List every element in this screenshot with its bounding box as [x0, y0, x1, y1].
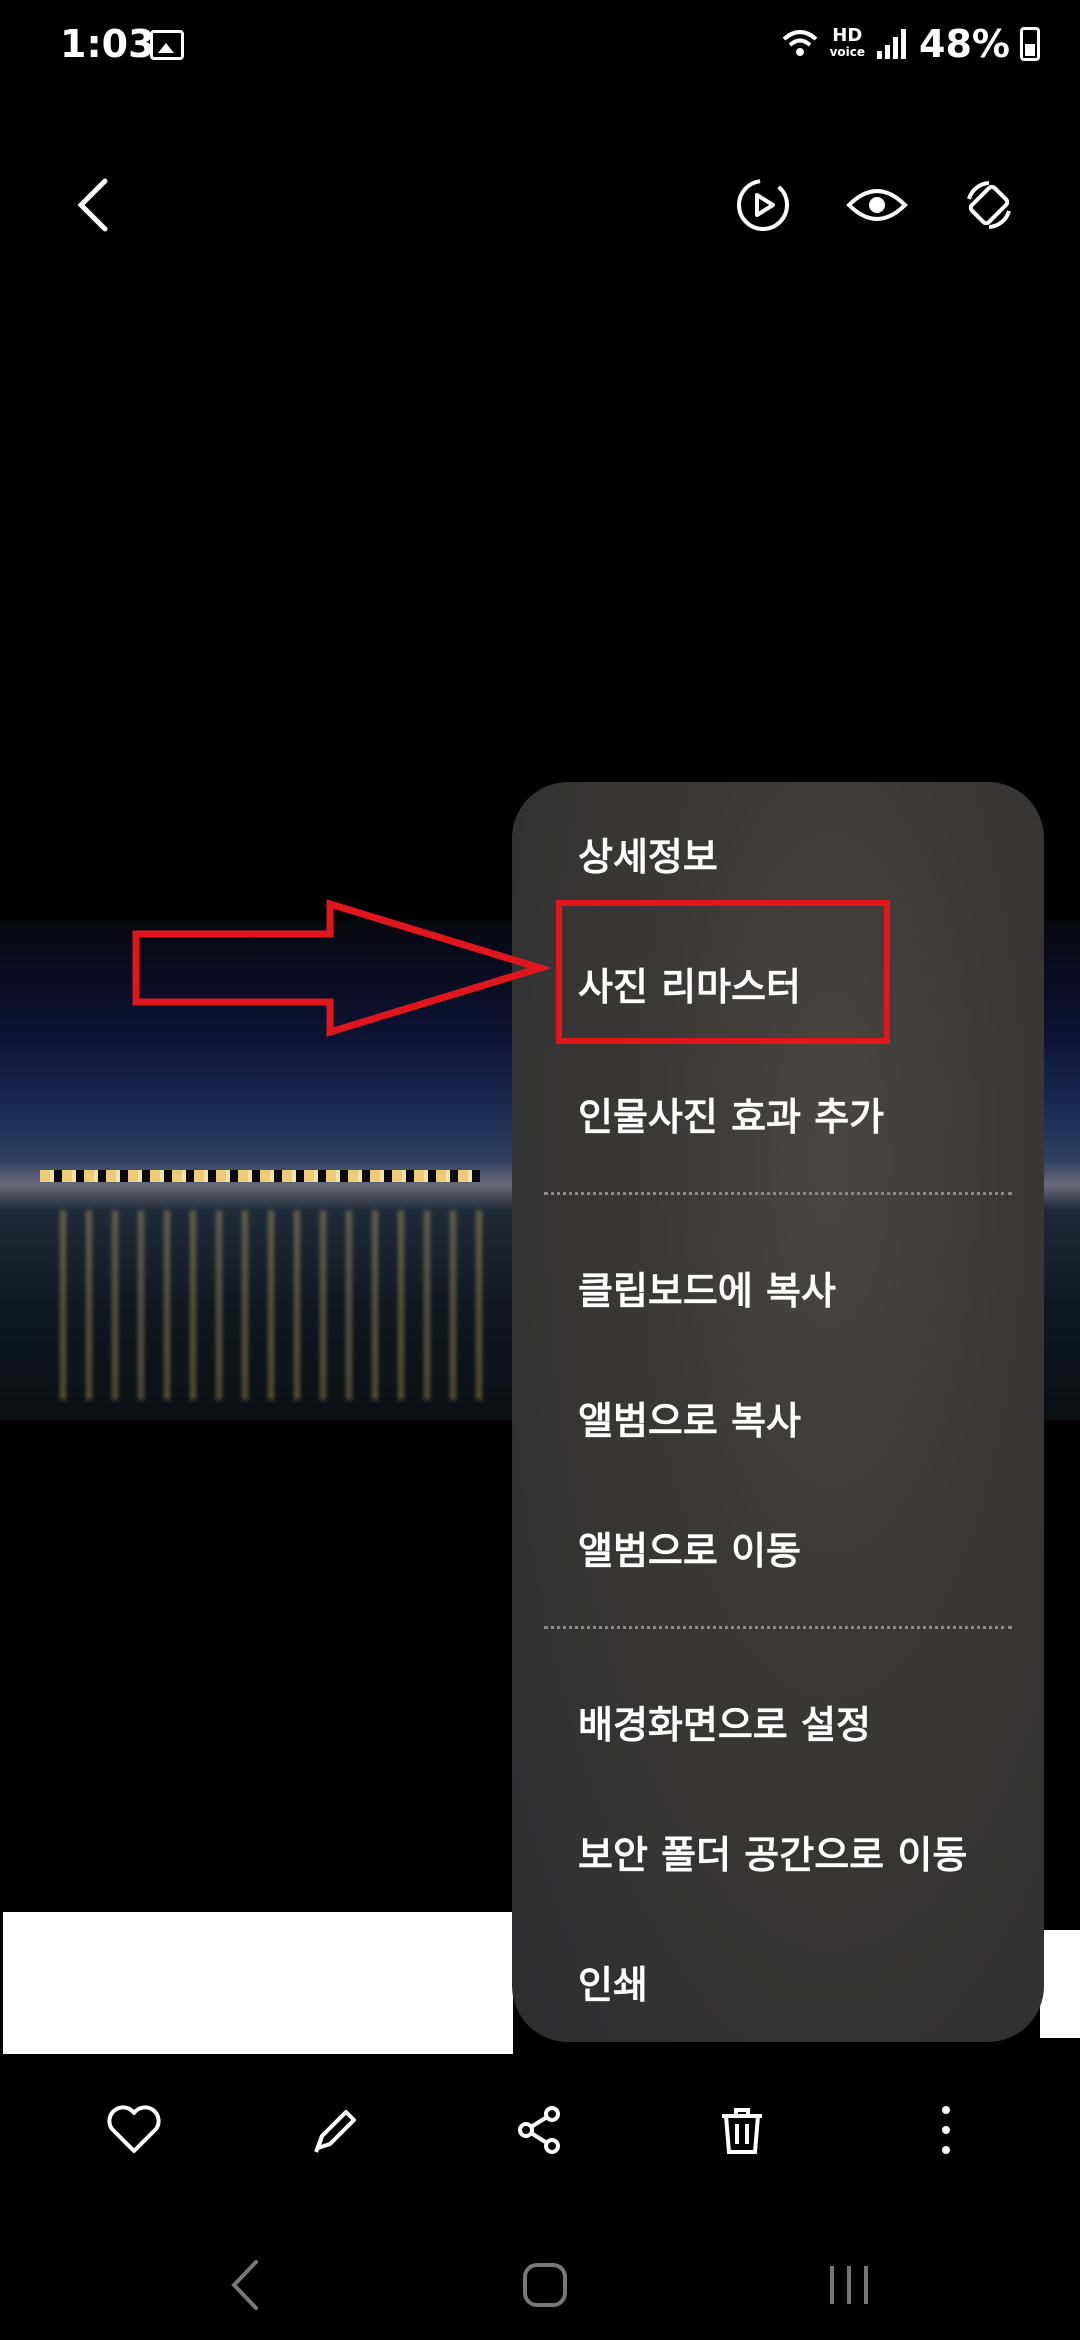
menu-item-copy-album[interactable]: 앨범으로 복사 [578, 1390, 801, 1445]
back-button[interactable] [48, 160, 138, 250]
nav-recents-button[interactable] [804, 2240, 894, 2330]
photo-reflection [60, 1210, 490, 1400]
nav-home-button[interactable] [500, 2240, 590, 2330]
trash-icon [722, 2108, 762, 2154]
battery-icon [1020, 27, 1040, 61]
voice-label: voice [829, 45, 866, 59]
more-options-button[interactable] [906, 2090, 986, 2170]
more-vertical-icon [942, 2106, 950, 2154]
rotate-icon [967, 181, 1011, 229]
menu-item-set-wallpaper[interactable]: 배경화면으로 설정 [578, 1694, 871, 1749]
status-right: HD voice 48% [780, 22, 1040, 66]
thumbnail-strip-left [3, 1912, 513, 2054]
menu-divider [544, 1192, 1012, 1195]
pencil-icon [314, 2110, 356, 2153]
back-icon [77, 178, 108, 232]
status-bar: 1:03 HD voice 48% [0, 0, 1080, 96]
view-button[interactable] [832, 160, 922, 250]
menu-item-copy-clipboard[interactable]: 클립보드에 복사 [578, 1260, 836, 1315]
top-toolbar [0, 160, 1080, 260]
menu-item-print[interactable]: 인쇄 [578, 1954, 648, 2009]
bottom-action-bar [0, 2070, 1080, 2180]
delete-button[interactable] [702, 2090, 782, 2170]
wifi-icon [782, 30, 817, 56]
nav-home-icon [523, 2263, 567, 2307]
menu-item-move-secure-folder[interactable]: 보안 폴더 공간으로 이동 [578, 1824, 967, 1879]
menu-divider [544, 1626, 1012, 1629]
motion-play-button[interactable] [718, 160, 808, 250]
share-button[interactable] [500, 2090, 580, 2170]
status-time: 1:03 [60, 22, 155, 66]
edit-button[interactable] [296, 2090, 376, 2170]
photo-city-lights [40, 1170, 480, 1182]
gallery-notification-icon [150, 30, 184, 60]
eye-icon [846, 189, 908, 221]
share-icon [518, 2106, 560, 2154]
hd-label: HD [832, 25, 863, 46]
favorite-button[interactable] [94, 2090, 174, 2170]
thumbnail-strip-right [1040, 1930, 1080, 2038]
menu-item-portrait-effect[interactable]: 인물사진 효과 추가 [578, 1086, 884, 1141]
nav-back-button[interactable] [200, 2240, 290, 2330]
menu-item-details[interactable]: 상세정보 [578, 826, 718, 881]
video-play-icon [737, 179, 789, 231]
heart-icon [107, 2105, 161, 2153]
menu-item-move-album[interactable]: 앨범으로 이동 [578, 1520, 801, 1575]
battery-percent: 48% [919, 22, 1010, 66]
annotation-highlight-box [556, 900, 890, 1044]
system-nav-bar [0, 2220, 1080, 2340]
signal-icon [877, 29, 907, 59]
nav-back-icon [231, 2260, 258, 2310]
annotation-arrow-icon [132, 899, 550, 1037]
nav-recents-icon [830, 2266, 868, 2304]
hd-voice-icon: HD voice [829, 25, 866, 60]
rotate-button[interactable] [944, 160, 1034, 250]
